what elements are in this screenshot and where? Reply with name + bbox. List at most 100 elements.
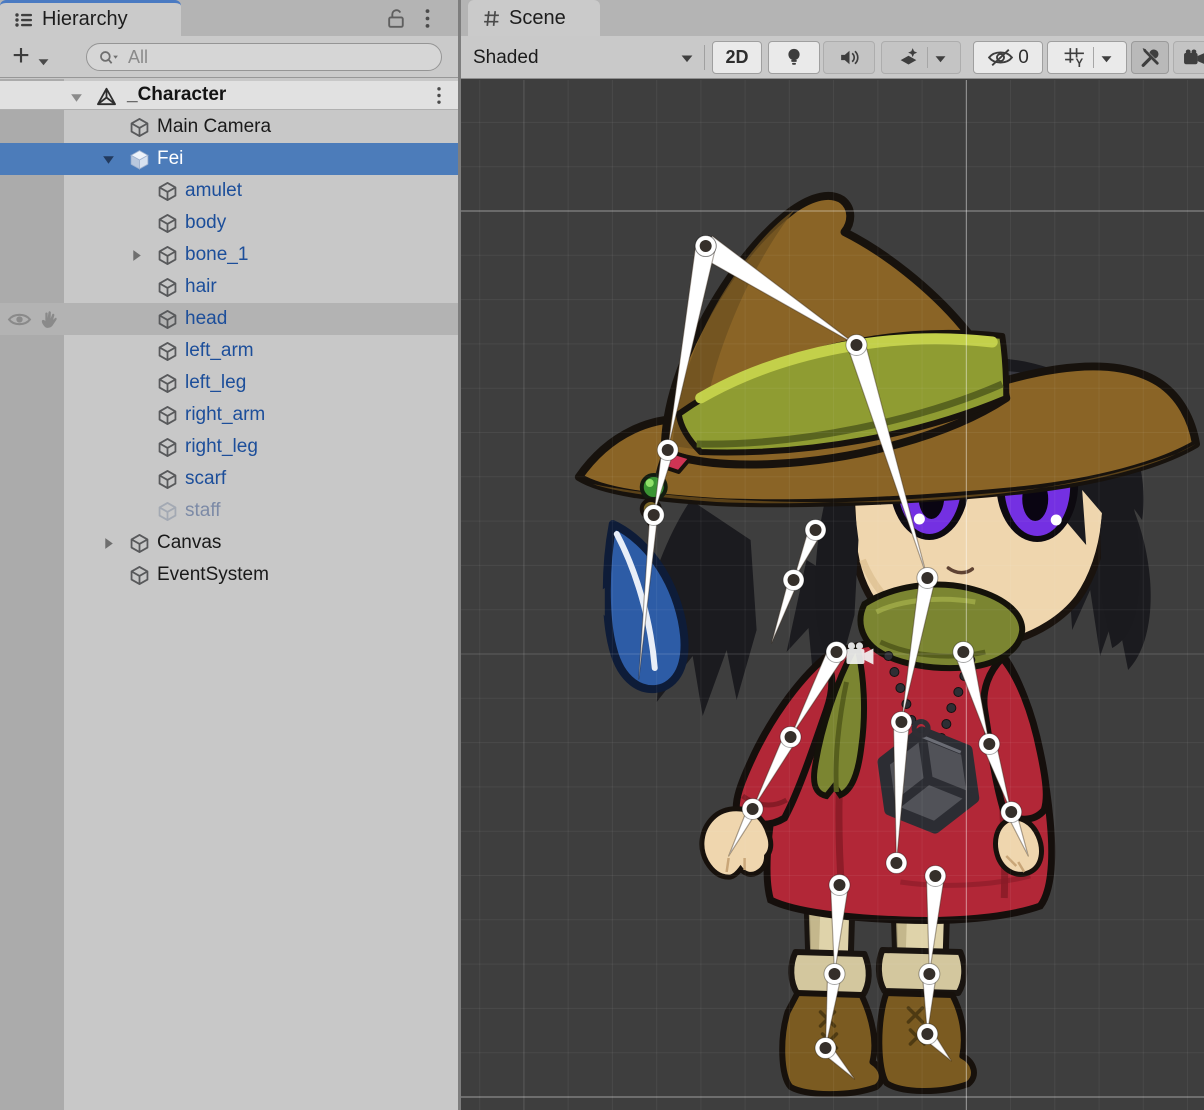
search-input[interactable]	[126, 46, 431, 69]
grid-visibility-button[interactable]: Y	[1047, 41, 1127, 74]
bone-joint-center	[829, 968, 841, 980]
dropdown-caret-icon	[681, 47, 693, 69]
bone-joint-center	[700, 240, 712, 252]
bone-joint-center	[788, 574, 800, 586]
tree-item-staff[interactable]: staff	[0, 495, 458, 527]
hidden-objects-button[interactable]: 0	[973, 41, 1043, 74]
tree-item-fei[interactable]: Fei	[0, 143, 458, 175]
effects-dropdown-button[interactable]	[881, 41, 961, 74]
bone-joint-center	[921, 572, 933, 584]
bone-joint-center	[1005, 806, 1017, 818]
tree-item-label: staff	[185, 500, 221, 522]
more-kebab-icon[interactable]	[424, 8, 431, 34]
create-dropdown-caret-icon[interactable]	[38, 53, 49, 71]
bone-joint-center	[850, 339, 862, 351]
tree-item-label: left_arm	[185, 340, 254, 362]
tree-item-bone_1[interactable]: bone_1	[0, 239, 458, 271]
tree-item-left_leg[interactable]: left_leg	[0, 367, 458, 399]
eye-icon[interactable]	[6, 303, 32, 335]
unity-logo-icon	[94, 81, 118, 113]
tree-item-main-camera[interactable]: Main Camera	[0, 111, 458, 143]
tree-item-amulet[interactable]: amulet	[0, 175, 458, 207]
tab-hierarchy-label: Hierarchy	[42, 8, 128, 31]
bone-joint-center	[833, 879, 845, 891]
tree-item-label: hair	[185, 276, 217, 298]
cube-icon	[127, 527, 151, 559]
tree-item-left_arm[interactable]: left_arm	[0, 335, 458, 367]
lightbulb-icon	[784, 46, 804, 69]
tree-item-label: right_arm	[185, 404, 265, 426]
hierarchy-toolbar: +	[0, 36, 458, 78]
grid-axis-icon: Y	[1063, 46, 1086, 69]
hidden-count-label: 0	[1018, 47, 1029, 69]
tree-item-right_leg[interactable]: right_leg	[0, 431, 458, 463]
bone-joint-center	[895, 716, 907, 728]
scene-viewport[interactable]	[461, 80, 1204, 1110]
tree-item-head[interactable]: head	[0, 303, 458, 335]
tree-item-label: head	[185, 308, 227, 330]
bone-joint-center	[983, 738, 995, 750]
audio-toggle-button[interactable]	[823, 41, 875, 74]
bone-joint-center	[957, 646, 969, 658]
scene-toolbar: Shaded 2D	[461, 36, 1204, 79]
lighting-toggle-button[interactable]	[768, 41, 820, 74]
search-box	[86, 43, 442, 71]
scene-tab-bar: Scene	[461, 0, 1204, 36]
tree-item-eventsystem[interactable]: EventSystem	[0, 559, 458, 591]
prefab-cube-icon	[127, 143, 151, 175]
tree-item-canvas[interactable]: Canvas	[0, 527, 458, 559]
bone-joint-center	[785, 731, 797, 743]
bone-joint-center	[890, 857, 902, 869]
hierarchy-tab-bar: Hierarchy	[0, 0, 458, 36]
expand-arrow-icon[interactable]	[100, 527, 116, 559]
bone-joint-center	[810, 524, 822, 536]
toolbar-separator	[704, 45, 705, 70]
draw-mode-dropdown[interactable]: Shaded	[465, 41, 701, 74]
bone-joint-center	[923, 968, 935, 980]
create-button[interactable]: +	[8, 42, 34, 72]
eye-off-icon	[987, 48, 1014, 67]
expand-arrow-icon[interactable]	[128, 239, 144, 271]
hierarchy-tree: _Character Main Camera Fei amulet body bone_…	[0, 79, 458, 1110]
cube-icon	[155, 207, 179, 239]
cube-icon	[127, 111, 151, 143]
expand-arrow-icon[interactable]	[100, 143, 116, 175]
cube-icon	[155, 271, 179, 303]
bone-joint-center	[648, 509, 660, 521]
dropdown-caret-icon	[935, 47, 946, 68]
unity-editor-window: Hierarchy +	[0, 0, 1204, 1110]
effects-icon	[897, 47, 920, 68]
cube-icon	[127, 559, 151, 591]
tree-item-label: bone_1	[185, 244, 248, 266]
tab-scene[interactable]: Scene	[468, 0, 600, 36]
tree-item-label: right_leg	[185, 436, 258, 458]
toolbar-separator	[927, 47, 928, 68]
bone-joint-center	[831, 646, 843, 658]
camera-settings-button[interactable]	[1173, 41, 1204, 74]
cube-icon	[155, 175, 179, 207]
tree-item-right_arm[interactable]: right_arm	[0, 399, 458, 431]
tree-item-label: Canvas	[157, 532, 221, 554]
2d-toggle-button[interactable]: 2D	[712, 41, 762, 74]
tree-item-label: Main Camera	[157, 116, 271, 138]
cube-icon	[155, 239, 179, 271]
camera-icon	[1183, 49, 1204, 66]
tree-item-scarf[interactable]: scarf	[0, 463, 458, 495]
tree-item-body[interactable]: body	[0, 207, 458, 239]
expand-arrow-icon[interactable]	[68, 81, 84, 113]
scene-header-row[interactable]: _Character	[0, 81, 458, 110]
tab-hierarchy[interactable]: Hierarchy	[0, 0, 181, 36]
tree-item-label: amulet	[185, 180, 242, 202]
tools-overlay-button[interactable]	[1131, 41, 1169, 74]
lock-icon[interactable]	[386, 7, 407, 35]
svg-text:Y: Y	[1075, 58, 1083, 69]
bone-joint-center	[662, 444, 674, 456]
cube-icon	[155, 367, 179, 399]
more-kebab-icon[interactable]	[436, 86, 442, 110]
bone-joint-center	[747, 803, 759, 815]
bone-joint-center	[820, 1042, 832, 1054]
search-icon	[97, 49, 120, 66]
tree-item-hair[interactable]: hair	[0, 271, 458, 303]
hand-pick-icon[interactable]	[36, 303, 62, 335]
speaker-icon	[838, 47, 861, 68]
